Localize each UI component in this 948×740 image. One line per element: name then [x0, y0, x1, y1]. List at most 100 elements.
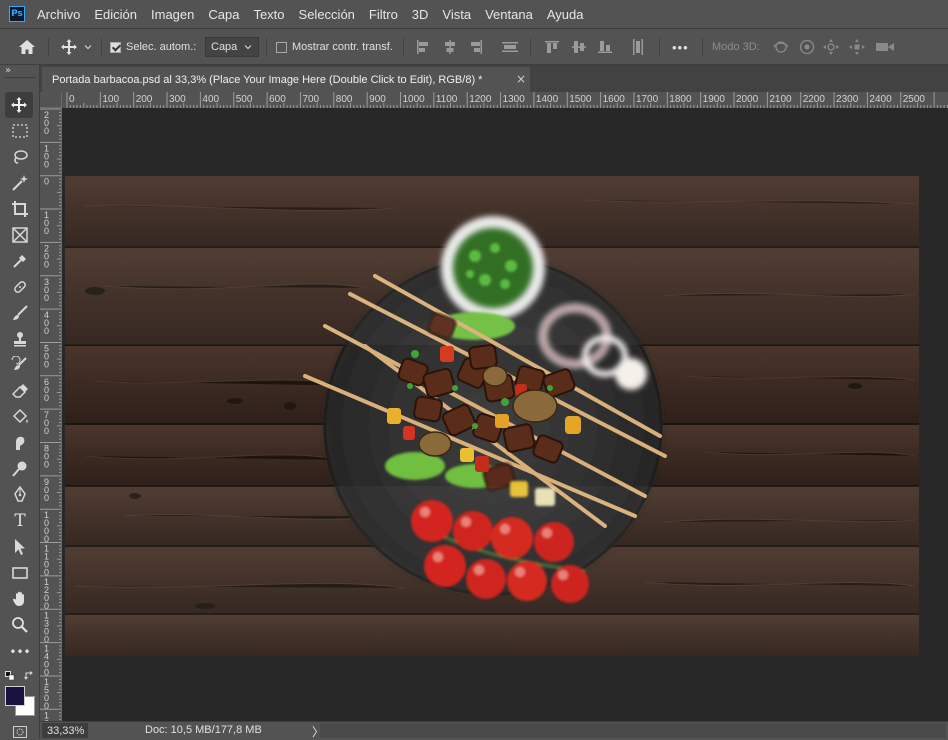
hand-tool[interactable]: [0, 586, 40, 612]
ruler-label: 2100: [769, 94, 792, 105]
vertical-ruler[interactable]: 2001000100200300400500600700800900100011…: [40, 108, 62, 721]
zoom-magnifier-icon: [12, 617, 28, 633]
photoshop-logo: Ps: [9, 6, 25, 22]
ruler-label: 1100: [436, 94, 458, 105]
menu-imagen[interactable]: Imagen: [151, 7, 194, 22]
align-top-button[interactable]: [544, 29, 560, 65]
path-selection-tool[interactable]: [0, 534, 40, 560]
move-tool[interactable]: [5, 92, 33, 118]
more-tools[interactable]: •••: [0, 639, 40, 665]
bandage-icon: [14, 281, 26, 293]
document-canvas-image[interactable]: [65, 176, 919, 656]
slide-3d-button[interactable]: [848, 29, 866, 65]
slide-3d-icon: [849, 39, 865, 55]
brush-tool[interactable]: [0, 300, 40, 326]
rotate-3d-button[interactable]: [772, 29, 790, 65]
align-center-h-button[interactable]: [442, 29, 458, 65]
horizontal-ruler[interactable]: 0 100 200 300 400 500 600 700 800 900 1000 1100 1200…: [62, 92, 948, 109]
eraser-tool[interactable]: [0, 378, 40, 404]
hand-icon: [12, 591, 24, 606]
rectangle-icon: [12, 567, 28, 579]
ruler-label: 1700: [636, 94, 659, 105]
eyedropper-tool[interactable]: [0, 248, 40, 274]
scale-3d-button[interactable]: [875, 29, 895, 65]
ruler-label: 400: [202, 94, 219, 105]
home-button[interactable]: [18, 29, 36, 65]
options-bar: Selec. autom.: Capa Mostrar contr. trans…: [0, 28, 948, 65]
menu-edicion[interactable]: Edición: [94, 7, 137, 22]
align-left-button[interactable]: [415, 29, 431, 65]
menu-texto[interactable]: Texto: [253, 7, 284, 22]
ruler-label: 1300: [503, 94, 526, 105]
document-tab-bar: Portada barbacoa.psd al 33,3% (Place You…: [40, 65, 948, 92]
magic-wand-icon: [12, 175, 28, 191]
menu-filtro[interactable]: Filtro: [369, 7, 398, 22]
align-bottom-button[interactable]: [597, 29, 613, 65]
ruler-label: 1900: [703, 94, 726, 105]
menu-ayuda[interactable]: Ayuda: [547, 7, 584, 22]
history-brush-tool[interactable]: [0, 352, 40, 378]
swap-colors-icon[interactable]: [24, 671, 34, 681]
show-transform-label: Mostrar contr. transf.: [292, 41, 393, 53]
lasso-tool[interactable]: [0, 144, 40, 170]
zoom-level-field[interactable]: 33,33%: [42, 723, 88, 738]
layer-select-dropdown[interactable]: Capa: [205, 29, 259, 65]
bbq-skewers-photo: [65, 176, 919, 656]
collapse-panel-icon[interactable]: »: [5, 65, 11, 76]
foreground-color-swatch[interactable]: [5, 686, 25, 706]
roll-3d-button[interactable]: [798, 29, 816, 65]
frame-tool[interactable]: [0, 222, 40, 248]
clone-stamp-tool[interactable]: [0, 326, 40, 352]
menu-3d[interactable]: 3D: [412, 7, 429, 22]
menu-ventana[interactable]: Ventana: [485, 7, 533, 22]
auto-select-check[interactable]: [110, 41, 121, 53]
ruler-label: 1200: [469, 94, 492, 105]
pen-icon: [14, 486, 26, 502]
separator: [403, 38, 404, 57]
crop-tool[interactable]: [0, 196, 40, 222]
vertical-ruler-ticks: 2001000100200300400500600700800900100011…: [40, 108, 61, 721]
menu-archivo[interactable]: Archivo: [37, 7, 80, 22]
separator: [702, 38, 703, 57]
more-options-button[interactable]: •••: [672, 29, 689, 65]
tools-panel: » T •••: [0, 65, 40, 739]
close-icon[interactable]: ×: [516, 72, 526, 86]
stamp-icon: [14, 332, 26, 347]
align-right-button[interactable]: [468, 29, 484, 65]
pen-tool[interactable]: [0, 482, 40, 508]
align-left-icon: [417, 40, 428, 54]
document-size-info: Doc: 10,5 MB/177,8 MB: [145, 724, 262, 736]
marquee-tool[interactable]: [0, 118, 40, 144]
move-tool-preset-button[interactable]: [60, 29, 93, 65]
ruler-label: 2000: [736, 94, 759, 105]
align-vertical-center-icon: [572, 41, 586, 53]
menu-capa[interactable]: Capa: [208, 7, 239, 22]
separator: [659, 38, 660, 57]
zoom-tool[interactable]: [0, 612, 40, 638]
chevron-down-icon: [244, 45, 252, 50]
menu-seleccion[interactable]: Selección: [299, 7, 355, 22]
align-middle-button[interactable]: [571, 29, 587, 65]
distribute-vertical-button[interactable]: [630, 29, 646, 65]
show-transform-check[interactable]: [276, 41, 287, 53]
magic-wand-tool[interactable]: [0, 170, 40, 196]
history-brush-icon: [11, 356, 27, 370]
horizontal-scrollbar[interactable]: [320, 723, 946, 738]
show-transform-checkbox[interactable]: Mostrar contr. transf.: [276, 29, 393, 65]
quick-mask-icon[interactable]: [13, 726, 27, 738]
auto-select-checkbox[interactable]: Selec. autom.:: [110, 29, 196, 65]
paint-bucket-tool[interactable]: [0, 404, 40, 430]
drag-3d-button[interactable]: [822, 29, 840, 65]
document-tab[interactable]: Portada barbacoa.psd al 33,3% (Place You…: [42, 67, 530, 92]
smudge-tool[interactable]: [0, 430, 40, 456]
rectangle-tool[interactable]: [0, 560, 40, 586]
move-icon: [61, 39, 77, 55]
default-colors-icon[interactable]: [5, 671, 15, 681]
ruler-origin[interactable]: [40, 92, 62, 108]
type-tool[interactable]: T: [0, 508, 40, 534]
distribute-horizontal-button[interactable]: [501, 29, 519, 65]
ruler-label: 1400: [536, 94, 559, 105]
menu-vista[interactable]: Vista: [442, 7, 471, 22]
dodge-tool[interactable]: [0, 456, 40, 482]
healing-brush-tool[interactable]: [0, 274, 40, 300]
